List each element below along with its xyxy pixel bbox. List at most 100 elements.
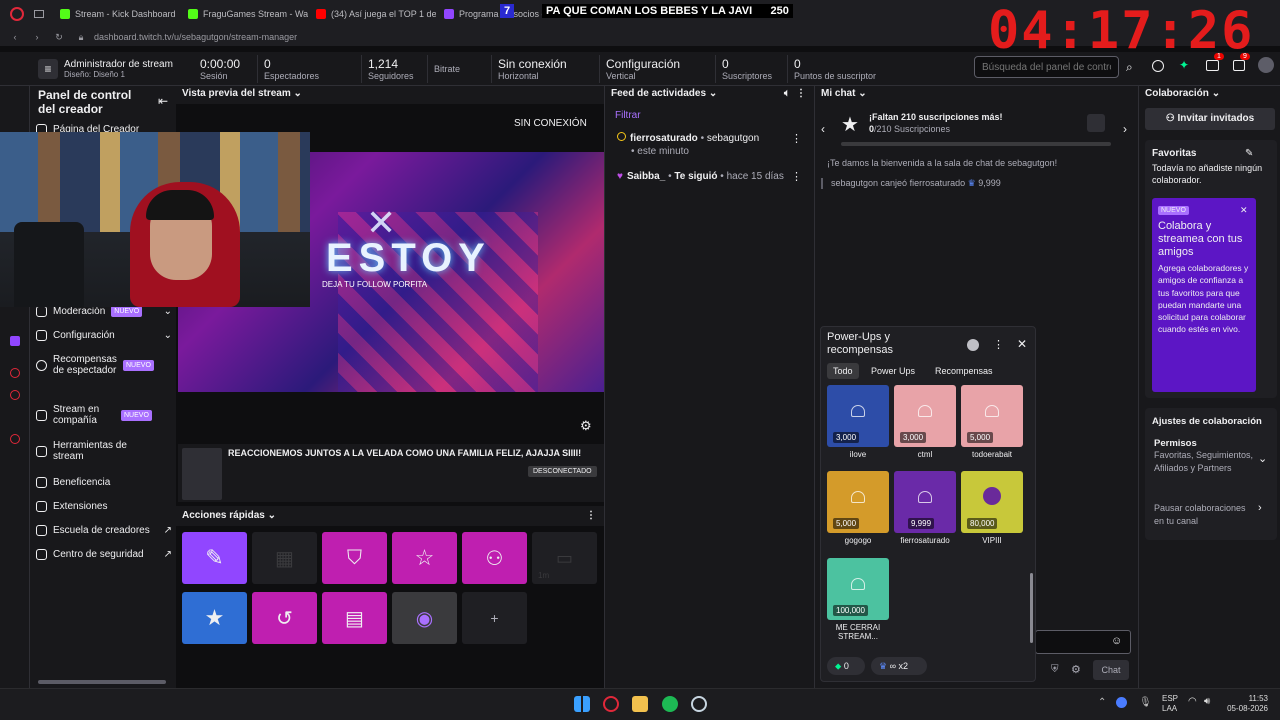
reward-tile-me-cerrai-stream[interactable]: 100,000 <box>827 558 889 620</box>
gift-icon[interactable] <box>1087 114 1105 132</box>
reward-tile-gogogo[interactable]: 5,000 <box>827 471 889 533</box>
add-action-button[interactable]: + <box>462 592 527 644</box>
tab-all[interactable]: Todo <box>827 363 859 379</box>
chevron-right-icon[interactable]: › <box>1123 122 1127 136</box>
chat-button[interactable]: Chat <box>1093 660 1129 680</box>
sidebar-item-rewards[interactable]: Recompensas de espectador NUEVO <box>36 354 172 376</box>
chat-header[interactable]: Mi chat ⌄ <box>815 86 1138 104</box>
spotify-icon[interactable] <box>662 696 678 712</box>
forward-icon[interactable]: › <box>30 32 44 42</box>
steam-icon[interactable] <box>691 696 707 712</box>
url-text[interactable]: dashboard.twitch.tv/u/sebagutgon/stream-… <box>94 32 297 42</box>
reward-queue-button[interactable]: ↺ <box>252 592 317 644</box>
tab-strip-icon[interactable] <box>34 10 44 18</box>
invite-button[interactable]: ⚇ Invitar invitados <box>1145 108 1275 130</box>
sidebar-item-creator-school[interactable]: Escuela de creadores ↗ <box>36 525 172 536</box>
add-user-button[interactable]: ⚇ <box>462 532 527 584</box>
highlight-button[interactable]: ☆ <box>392 532 457 584</box>
file-explorer-icon[interactable] <box>632 696 648 712</box>
edit-info-button[interactable]: ✎ <box>182 532 247 584</box>
sidebar-item-tools[interactable]: Herramientas de stream <box>36 440 172 462</box>
info-icon[interactable] <box>967 339 979 351</box>
more-icon[interactable]: ⋮ <box>586 510 596 521</box>
emote-icon[interactable]: ☺︎ <box>1111 635 1122 647</box>
stat-horizontal[interactable]: Sin conexión Horizontal <box>492 54 600 83</box>
language-indicator[interactable]: ESP LAA <box>1162 694 1178 714</box>
search-icon[interactable]: ⌕ <box>1126 60 1133 75</box>
collapse-icon[interactable]: ⇤ <box>158 94 168 108</box>
close-icon[interactable]: ✕ <box>1017 337 1027 351</box>
bits-pill[interactable]: ⬥ 0 <box>827 657 865 675</box>
more-icon[interactable]: ⋮ <box>993 338 1004 351</box>
avatar[interactable] <box>1258 57 1274 73</box>
reload-icon[interactable]: ↻ <box>52 32 66 43</box>
tab-power-ups[interactable]: Power Ups <box>871 363 915 379</box>
sidebar-scrollbar[interactable] <box>38 680 166 684</box>
browser-tab-youtube[interactable]: (34) Así juega el TOP 1 del <box>308 0 436 28</box>
chevron-left-icon[interactable]: ‹ <box>821 122 825 136</box>
notification-icon[interactable] <box>1233 60 1245 71</box>
more-icon[interactable]: ⋮ <box>791 170 802 183</box>
dashboard-search-input[interactable] <box>974 56 1119 78</box>
pause-collab-row[interactable]: Pausar colaboraciones en tu canal › <box>1154 502 1272 528</box>
filter-button[interactable]: Filtrar <box>615 110 641 121</box>
more-icon[interactable]: ⋮ <box>791 132 802 145</box>
sidebar-item-safety[interactable]: Centro de seguridad ↗ <box>36 549 172 560</box>
reward-tile-fierrosaturado[interactable]: 9,999 <box>894 471 956 533</box>
microphone-icon[interactable]: 🎙︎ <box>1139 697 1152 708</box>
stat-vertical[interactable]: Configuración Vertical <box>600 54 716 83</box>
opera-icon[interactable] <box>603 696 619 712</box>
tab-rewards[interactable]: Recompensas <box>935 363 993 379</box>
popup-scrollbar[interactable] <box>1030 573 1033 643</box>
pencil-icon[interactable]: ✎ <box>1245 148 1253 159</box>
preview-header[interactable]: Vista previa del stream ⌄ <box>176 86 604 104</box>
gear-icon[interactable]: ⚙ <box>1071 663 1081 676</box>
feed-header[interactable]: Feed de actividades ⌄ 🔈︎ ⋮ <box>605 86 814 104</box>
reward-tile-ilove[interactable]: 3,000 <box>827 385 889 447</box>
sidebar-item-settings[interactable]: Configuración ⌄ <box>36 330 172 341</box>
history-icon[interactable] <box>10 390 20 400</box>
more-icon[interactable]: ⋮ <box>796 88 806 99</box>
sparkle-icon[interactable]: ✦ <box>1179 58 1189 72</box>
browser-tab-kick[interactable]: Stream - Kick Dashboard <box>52 0 180 28</box>
permissions-row[interactable]: Permisos Favoritas, Seguimientos, Afilia… <box>1154 438 1272 475</box>
ad-timer-button[interactable]: ▭ 1m <box>532 532 597 584</box>
menu-icon[interactable]: ≡ <box>38 58 58 79</box>
sidebar-item-extensions[interactable]: Extensiones <box>36 501 172 512</box>
close-icon[interactable]: ✕ <box>1240 205 1248 216</box>
inbox-icon[interactable] <box>1206 60 1219 71</box>
volume-icon[interactable]: 🔊︎ <box>1204 696 1210 707</box>
prediction-button[interactable]: ⛉ <box>322 532 387 584</box>
collab-header[interactable]: Colaboración ⌄ <box>1139 86 1280 104</box>
quick-actions-header[interactable]: Acciones rápidas ⌄ ⋮ <box>176 506 604 526</box>
mute-icon[interactable]: 🔈︎ <box>784 88 790 99</box>
back-icon[interactable]: ‹ <box>8 32 22 42</box>
reward-tile-ctml[interactable]: 3,000 <box>894 385 956 447</box>
sidebar-item-charity[interactable]: Beneficencia <box>36 477 172 488</box>
browser-tab-fragugames[interactable]: FraguGames Stream - Watc <box>180 0 308 28</box>
twitch-icon[interactable] <box>10 336 20 346</box>
wifi-icon[interactable]: ◠ <box>1188 696 1197 707</box>
system-clock[interactable]: 11:53 05-08-2026 <box>1222 694 1268 714</box>
sidebar-item-moderation[interactable]: Moderación NUEVO ⌄ <box>36 306 172 317</box>
star-button[interactable]: ★ <box>182 592 247 644</box>
layout-button[interactable]: ▤ <box>322 592 387 644</box>
shield-icon[interactable]: ⛨ <box>1051 664 1059 675</box>
role-selector[interactable]: Administrador de stream Diseño: Diseño 1 <box>64 59 194 79</box>
tray-app-icon[interactable] <box>1116 697 1127 708</box>
opera-logo-icon[interactable] <box>10 7 24 21</box>
settings-icon[interactable] <box>10 434 20 444</box>
tray-chevron-icon[interactable]: ⌃ <box>1098 697 1106 708</box>
player-icon[interactable] <box>10 368 20 378</box>
clip-button[interactable]: ▦ <box>252 532 317 584</box>
help-icon[interactable] <box>1152 60 1164 72</box>
feed-item[interactable]: fierrosaturado • sebagutgon • este minut… <box>617 132 787 158</box>
ghost-button[interactable]: ◉ <box>392 592 457 644</box>
reward-tile-todoerabait[interactable]: 5,000 <box>961 385 1023 447</box>
reward-tile-vipiii[interactable]: 80,000 <box>961 471 1023 533</box>
feed-item[interactable]: ♥ Saibba_ • Te siguió • hace 15 días <box>617 170 787 183</box>
preview-settings-icon[interactable]: ⚙ <box>580 418 592 434</box>
sidebar-item-stream-together[interactable]: Stream en compañía NUEVO <box>36 404 172 426</box>
points-multiplier-pill[interactable]: ♛ ∞ x2 <box>871 657 927 675</box>
windows-start-icon[interactable] <box>574 696 590 712</box>
